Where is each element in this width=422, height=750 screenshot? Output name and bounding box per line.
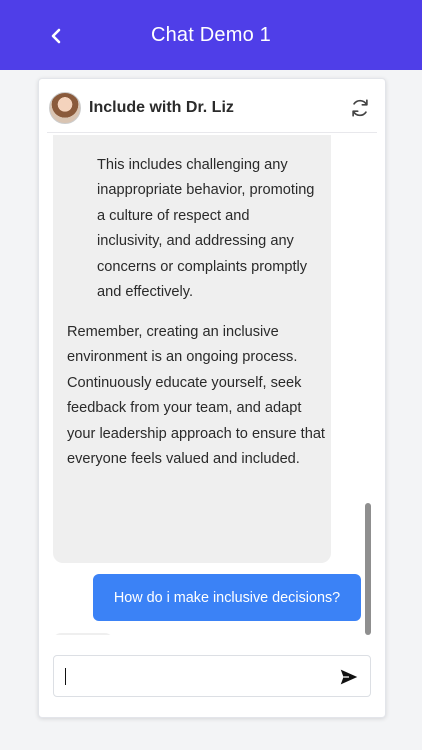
app-title: Chat Demo 1 [150, 23, 272, 46]
chat-header: Include with Dr. Liz [47, 83, 377, 133]
avatar [49, 91, 81, 124]
scrollbar-thumb[interactable] [365, 503, 371, 635]
refresh-icon[interactable] [349, 97, 371, 119]
chevron-left-icon [51, 28, 61, 44]
bot-message-paragraph: Remember, creating an inclusive environm… [67, 324, 325, 468]
bot-message-paragraph: This includes challenging any inappropri… [97, 157, 315, 301]
user-message: How do i make inclusive decisions? [93, 574, 361, 621]
chat-widget: Include with Dr. Liz This includes chall… [38, 78, 386, 718]
app-bar: Chat Demo 1 [0, 0, 422, 70]
message-input-box[interactable] [53, 655, 371, 697]
send-icon[interactable] [338, 666, 360, 688]
typing-indicator [53, 633, 113, 635]
text-caret [65, 668, 66, 685]
message-input[interactable] [62, 662, 332, 690]
message-list[interactable]: This includes challenging any inappropri… [47, 135, 365, 635]
chat-title: Include with Dr. Liz [89, 98, 234, 116]
bot-message: This includes challenging any inappropri… [53, 135, 331, 563]
back-button[interactable] [42, 22, 70, 50]
